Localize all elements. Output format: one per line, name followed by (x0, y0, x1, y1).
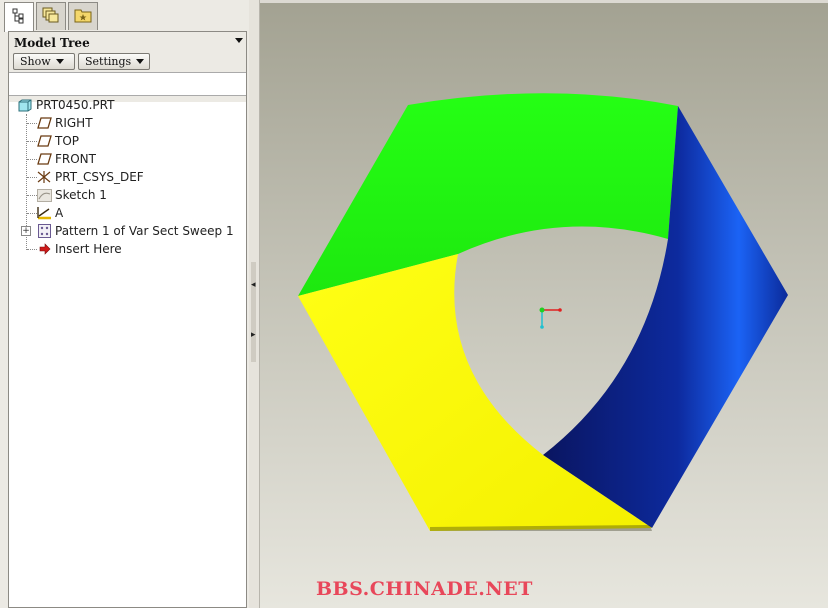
tree-item-label: PRT_CSYS_DEF (55, 170, 144, 184)
tree-item-sketch-1[interactable]: Sketch 1 (36, 186, 107, 204)
expand-right-icon[interactable]: ▸ (251, 330, 256, 340)
part-icon (17, 98, 33, 112)
model-render (298, 93, 788, 531)
tree-item-label: TOP (55, 134, 80, 148)
graphics-viewport[interactable] (260, 3, 828, 608)
tree-item-label: RIGHT (55, 116, 93, 130)
settings-button[interactable]: Settings (78, 53, 150, 70)
model-tree-icon (12, 8, 26, 28)
tree-filter-strip[interactable] (9, 72, 246, 96)
tree-item-label: Insert Here (55, 242, 122, 256)
tree-item-label: A (55, 206, 64, 220)
chevron-down-icon (136, 59, 145, 64)
tree-item-right[interactable]: RIGHT (36, 114, 93, 132)
panel-menu-dropdown-icon[interactable] (235, 38, 243, 43)
chevron-down-icon (55, 59, 64, 64)
datum-plane-icon (36, 116, 52, 130)
tree-item-pattern-1[interactable]: Pattern 1 of Var Sect Sweep 1 (36, 222, 234, 240)
show-button-label: Show (20, 55, 51, 68)
layer-tree-icon (42, 7, 60, 27)
panel-title: Model Tree (14, 36, 90, 50)
tree-item-csys[interactable]: PRT_CSYS_DEF (36, 168, 144, 186)
tree-item-label: Sketch 1 (55, 188, 107, 202)
sketch-icon (36, 188, 52, 202)
model-tree-header: Model Tree Show Settings (9, 32, 246, 102)
tree-item-top[interactable]: TOP (36, 132, 79, 150)
tab-folder-browser[interactable] (68, 2, 98, 30)
tree-item-label: Pattern 1 of Var Sect Sweep 1 (55, 224, 234, 238)
tab-layers[interactable] (36, 2, 66, 30)
app-window: Model Tree Show Settings PRT0450.PRT RIG… (0, 0, 828, 608)
model-tree-toolbar: Show Settings (13, 53, 150, 70)
tree-item-label: FRONT (55, 152, 96, 166)
settings-button-label: Settings (85, 55, 132, 68)
coordinate-system-icon (36, 170, 52, 184)
tree-item-insert-here[interactable]: Insert Here (36, 240, 122, 258)
splitter-grip[interactable] (251, 262, 256, 362)
green-sweep-face[interactable] (298, 93, 678, 296)
expand-toggle-icon[interactable]: + (21, 226, 31, 236)
tree-item-label: PRT0450.PRT (36, 98, 115, 112)
tree-item-axis-a[interactable]: A (36, 204, 63, 222)
datum-axis-icon (36, 206, 52, 220)
tab-model-tree[interactable] (4, 2, 34, 32)
pattern-icon (36, 224, 52, 238)
tree-item-front[interactable]: FRONT (36, 150, 96, 168)
model-tree-panel: Model Tree Show Settings PRT0450.PRT RIG… (8, 31, 247, 608)
watermark-text: BBS.CHINADE.NET (316, 578, 533, 600)
datum-plane-icon (36, 152, 52, 166)
show-button[interactable]: Show (13, 53, 75, 70)
navigator-panel: Model Tree Show Settings PRT0450.PRT RIG… (0, 0, 250, 608)
datum-plane-icon (36, 134, 52, 148)
coordinate-triad-icon (539, 307, 562, 329)
folder-browser-icon (74, 7, 92, 27)
panel-splitter[interactable]: ◂ ▸ (249, 0, 260, 608)
insert-arrow-icon (36, 242, 52, 256)
tree-item-root[interactable]: PRT0450.PRT (17, 96, 114, 114)
collapse-left-icon[interactable]: ◂ (251, 280, 256, 290)
navigator-tabs (4, 2, 98, 32)
